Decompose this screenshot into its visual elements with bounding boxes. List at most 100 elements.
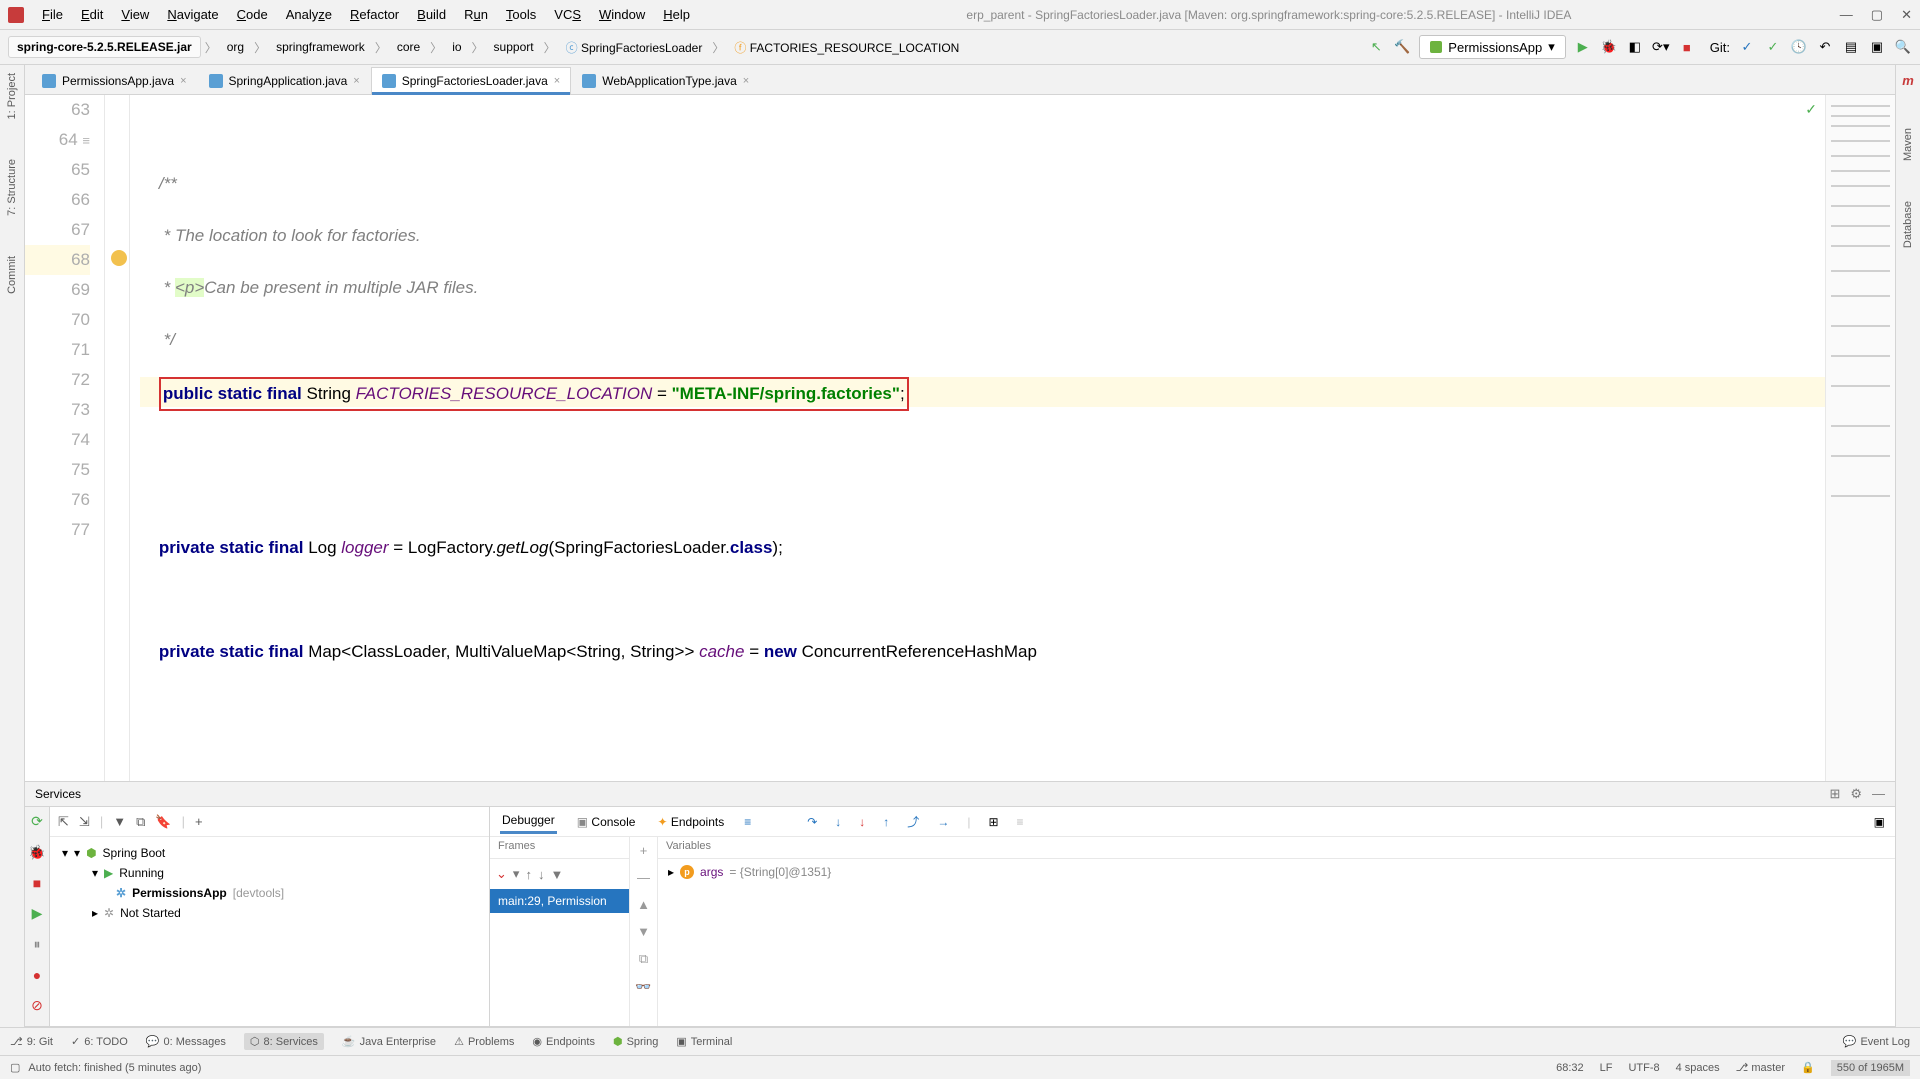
menu-navigate[interactable]: Navigate [159,3,226,26]
tool-messages[interactable]: 💬0: Messages [146,1035,226,1048]
glasses-icon[interactable]: 👓 [635,979,651,995]
run-config-selector[interactable]: PermissionsApp ▾ [1419,35,1565,59]
threads-icon[interactable]: ≡ [744,815,751,829]
profile-icon[interactable]: ⟳▾ [1652,38,1670,56]
group-icon[interactable]: ⧉ [136,814,145,830]
status-icon[interactable]: ▢ [10,1061,20,1074]
debug-icon[interactable]: 🐞 [1600,38,1618,56]
menu-help[interactable]: Help [655,3,698,26]
indent[interactable]: 4 spaces [1676,1062,1720,1074]
drop-frame-icon[interactable]: ⤴ [907,813,919,830]
step-over-icon[interactable]: ↷ [807,815,817,829]
services-tree-body[interactable]: ▾▾⬢Spring Boot ▾▶Running ✲PermissionsApp… [50,837,489,1026]
menu-run[interactable]: Run [456,3,496,26]
tab-spring-factories-loader[interactable]: SpringFactoriesLoader.java× [371,67,572,94]
close-icon[interactable]: × [180,75,186,87]
line-separator[interactable]: LF [1600,1062,1613,1074]
gear-icon[interactable]: ⚙ [1850,786,1862,802]
layout-icon[interactable]: ▣ [1874,815,1885,829]
back-icon[interactable]: ↖ [1367,38,1385,56]
breadcrumb-item[interactable]: org [221,38,250,56]
variable-row[interactable]: ▸p args = {String[0]@1351} [668,865,1885,879]
lock-icon[interactable]: 🔒 [1801,1061,1815,1074]
hammer-icon[interactable]: 🔨 [1393,38,1411,56]
menu-file[interactable]: File [34,3,71,26]
git-rollback-icon[interactable]: ↶ [1816,38,1834,56]
search-icon[interactable]: 🔍 [1894,38,1912,56]
code-area[interactable]: /** * The location to look for factories… [130,95,1825,781]
tool-endpoints[interactable]: ◉Endpoints [532,1035,595,1048]
git-branch[interactable]: ⎇ master [1736,1061,1785,1074]
frame-item[interactable]: main:29, Permission [490,889,629,913]
inspection-ok-icon[interactable]: ✓ [1805,101,1817,118]
minimize-icon[interactable]: — [1872,786,1885,802]
fold-column[interactable] [105,95,130,781]
resume-icon[interactable]: ▶ [32,905,43,922]
close-icon[interactable]: ✕ [1901,7,1912,23]
tree-running[interactable]: ▾▶Running [58,863,481,883]
breadcrumb-item[interactable]: ⓕ FACTORIES_RESOURCE_LOCATION [728,37,965,58]
tool-spring[interactable]: ⬢Spring [613,1035,658,1048]
close-icon[interactable]: × [743,75,749,87]
editor[interactable]: ✓ 6364 ≡65666768697071727374757677 /** *… [25,95,1895,781]
coverage-icon[interactable]: ◧ [1626,38,1644,56]
memory-indicator[interactable]: 550 of 1965M [1831,1060,1910,1076]
tree-root[interactable]: ▾▾⬢Spring Boot [58,843,481,863]
close-icon[interactable]: × [353,75,359,87]
layout-icon[interactable]: ▣ [1868,38,1886,56]
git-update-icon[interactable]: ✓ [1738,38,1756,56]
tool-project[interactable]: 1: Project [6,73,18,119]
run-icon[interactable]: 🐞 [28,844,45,861]
tool-maven[interactable]: Maven [1902,128,1914,161]
rerun-icon[interactable]: ⟳ [31,813,43,830]
menu-build[interactable]: Build [409,3,454,26]
breakpoints-icon[interactable]: ● [33,967,41,983]
stop-icon[interactable]: ■ [33,875,41,891]
tab-debugger[interactable]: Debugger [500,809,557,834]
down-icon[interactable]: ▼ [637,924,650,939]
force-step-into-icon[interactable]: ↓ [859,815,865,829]
close-icon[interactable]: × [554,75,560,87]
tab-endpoints[interactable]: ✦ Endpoints [655,811,726,833]
structure-icon[interactable]: ▤ [1842,38,1860,56]
menu-edit[interactable]: Edit [73,3,111,26]
copy-icon[interactable]: ⧉ [639,951,648,967]
services-layout-icon[interactable]: ⊞ [1829,786,1840,802]
tool-todo[interactable]: ✓6: TODO [71,1035,128,1048]
menu-tools[interactable]: Tools [498,3,544,26]
caret-position[interactable]: 68:32 [1556,1062,1584,1074]
breadcrumb-item[interactable]: io [446,38,467,56]
tree-app[interactable]: ✲PermissionsApp [devtools] [58,883,481,903]
tab-permissions-app[interactable]: PermissionsApp.java× [31,67,198,94]
tool-problems[interactable]: ⚠Problems [454,1035,514,1048]
breadcrumb-item[interactable]: core [391,38,426,56]
next-frame-icon[interactable]: ↓ [538,867,545,882]
menu-view[interactable]: View [113,3,157,26]
add-watch-icon[interactable]: + [640,843,648,858]
tab-web-application-type[interactable]: WebApplicationType.java× [571,67,760,94]
menu-code[interactable]: Code [229,3,276,26]
collapse-all-icon[interactable]: ⇲ [79,814,90,830]
frames-list[interactable]: main:29, Permission [490,889,629,1026]
up-icon[interactable]: ▲ [637,897,650,912]
intention-bulb-icon[interactable] [111,250,127,266]
breadcrumb-item[interactable]: support [488,38,540,56]
encoding[interactable]: UTF-8 [1628,1062,1659,1074]
minimap[interactable] [1825,95,1895,781]
tool-services[interactable]: ⬡8: Services [244,1033,324,1050]
menu-refactor[interactable]: Refactor [342,3,407,26]
bookmark-icon[interactable]: 🔖 [155,814,171,830]
step-into-icon[interactable]: ↓ [835,815,841,829]
menu-analyze[interactable]: Analyze [278,3,340,26]
tool-structure[interactable]: 7: Structure [6,159,18,216]
tool-commit[interactable]: Commit [6,256,18,294]
breadcrumb-root[interactable]: spring-core-5.2.5.RELEASE.jar [8,36,201,58]
breadcrumb-item[interactable]: ⓒ SpringFactoriesLoader [560,37,709,58]
step-out-icon[interactable]: ↑ [883,815,889,829]
tool-java-enterprise[interactable]: ☕Java Enterprise [342,1035,436,1048]
run-to-cursor-icon[interactable]: → [937,815,949,829]
maximize-icon[interactable]: ▢ [1871,7,1883,23]
git-commit-icon[interactable]: ✓ [1764,38,1782,56]
mute-bp-icon[interactable]: ⊘ [31,997,43,1014]
stop-icon[interactable]: ■ [1678,38,1696,56]
